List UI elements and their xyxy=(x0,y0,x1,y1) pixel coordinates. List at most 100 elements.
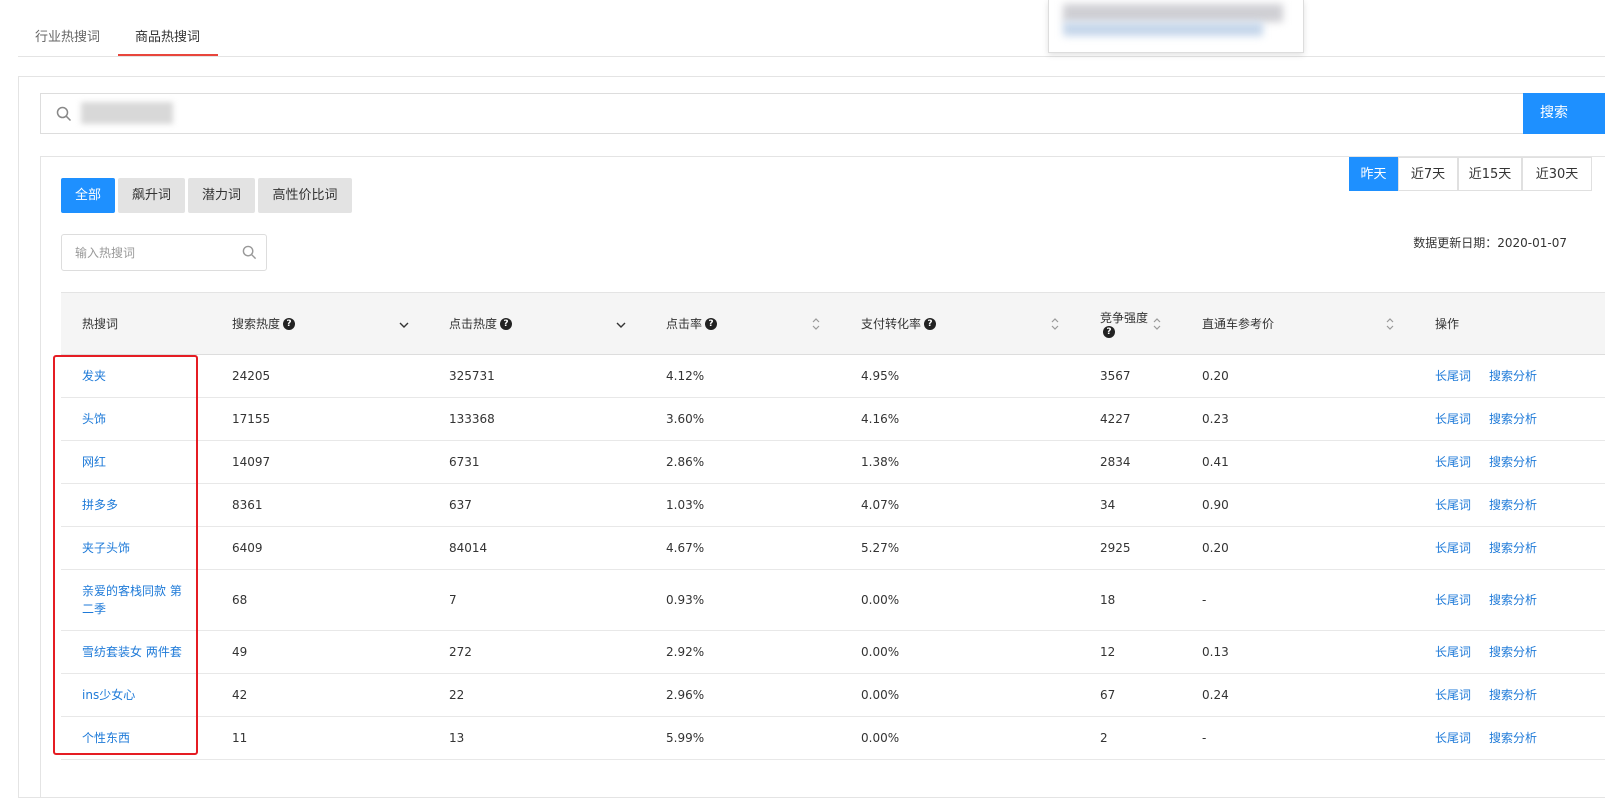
click-heat-value: 133368 xyxy=(449,411,495,426)
header-conversion-rate: 支付转化率? xyxy=(861,293,937,354)
ztc-price-value: - xyxy=(1202,730,1207,745)
keyword-link[interactable]: 网红 xyxy=(82,453,106,471)
competition-value: 3567 xyxy=(1100,368,1131,383)
search-analysis-link[interactable]: 搜索分析 xyxy=(1489,367,1537,384)
header-competition: 竞争强度? xyxy=(1100,310,1149,338)
keyword-link[interactable]: ins少女心 xyxy=(82,686,135,704)
long-tail-link[interactable]: 长尾词 xyxy=(1435,729,1471,746)
table-row: 亲爱的客栈同款 第二季 68 7 0.93% 0.00% 18 - 长尾词 搜索… xyxy=(61,569,1605,631)
sort-icon[interactable] xyxy=(810,315,822,333)
long-tail-link[interactable]: 长尾词 xyxy=(1435,453,1471,470)
blurred-content xyxy=(1063,4,1283,22)
click-heat-value: 13 xyxy=(449,730,465,745)
conversion-value: 0.00% xyxy=(861,644,900,659)
tab-industry-hot-words[interactable]: 行业热搜词 xyxy=(35,26,100,45)
ctr-value: 4.67% xyxy=(666,540,705,555)
table-row: 头饰 17155 133368 3.60% 4.16% 4227 0.23 长尾… xyxy=(61,397,1605,441)
date-tab-yesterday[interactable]: 昨天 xyxy=(1349,157,1398,191)
blurred-popup xyxy=(1048,0,1304,53)
help-icon[interactable]: ? xyxy=(1103,325,1115,338)
header-search-heat: 搜索热度? xyxy=(232,293,296,354)
search-heat-value: 49 xyxy=(232,644,248,659)
search-input[interactable] xyxy=(40,93,1524,134)
table-row: 发夹 24205 325731 4.12% 4.95% 3567 0.20 长尾… xyxy=(61,354,1605,398)
conversion-value: 4.07% xyxy=(861,497,900,512)
sort-icon[interactable] xyxy=(1049,315,1061,333)
search-heat-value: 14097 xyxy=(232,454,271,469)
click-heat-value: 6731 xyxy=(449,454,480,469)
competition-value: 12 xyxy=(1100,644,1116,659)
help-icon[interactable]: ? xyxy=(283,317,296,330)
search-analysis-link[interactable]: 搜索分析 xyxy=(1489,643,1537,660)
filter-potential-button[interactable]: 潜力词 xyxy=(188,178,255,213)
click-heat-value: 7 xyxy=(449,592,457,607)
filter-value-button[interactable]: 高性价比词 xyxy=(258,178,352,213)
search-heat-value: 8361 xyxy=(232,497,263,512)
search-analysis-link[interactable]: 搜索分析 xyxy=(1489,496,1537,513)
long-tail-link[interactable]: 长尾词 xyxy=(1435,496,1471,513)
long-tail-link[interactable]: 长尾词 xyxy=(1435,539,1471,556)
search-heat-value: 24205 xyxy=(232,368,271,383)
search-icon[interactable] xyxy=(242,245,257,260)
active-tab-underline xyxy=(118,54,218,56)
tab-product-hot-words[interactable]: 商品热搜词 xyxy=(135,26,200,45)
keyword-link[interactable]: 拼多多 xyxy=(82,496,118,514)
ztc-price-value: 0.13 xyxy=(1202,644,1229,659)
table-row: 雪纺套装女 两件套 49 272 2.92% 0.00% 12 0.13 长尾词… xyxy=(61,630,1605,674)
search-button[interactable]: 搜索 xyxy=(1523,93,1605,134)
ztc-price-value: 0.20 xyxy=(1202,540,1229,555)
long-tail-link[interactable]: 长尾词 xyxy=(1435,643,1471,660)
keyword-link[interactable]: 雪纺套装女 两件套 xyxy=(82,643,182,661)
table-row: 网红 14097 6731 2.86% 1.38% 2834 0.41 长尾词 … xyxy=(61,440,1605,484)
chevron-down-icon[interactable] xyxy=(398,315,410,333)
header-click-heat: 点击热度? xyxy=(449,293,513,354)
ztc-price-value: 0.41 xyxy=(1202,454,1229,469)
filter-all-button[interactable]: 全部 xyxy=(61,178,115,213)
ctr-value: 2.92% xyxy=(666,644,705,659)
ztc-price-value: 0.20 xyxy=(1202,368,1229,383)
search-heat-value: 11 xyxy=(232,730,248,745)
search-analysis-link[interactable]: 搜索分析 xyxy=(1489,686,1537,703)
ztc-price-value: - xyxy=(1202,592,1207,607)
long-tail-link[interactable]: 长尾词 xyxy=(1435,410,1471,427)
table-row: 个性东西 11 13 5.99% 0.00% 2 - 长尾词 搜索分析 xyxy=(61,716,1605,760)
conversion-value: 0.00% xyxy=(861,687,900,702)
search-heat-value: 42 xyxy=(232,687,248,702)
competition-value: 67 xyxy=(1100,687,1116,702)
help-icon[interactable]: ? xyxy=(705,317,718,330)
competition-value: 2 xyxy=(1100,730,1108,745)
chevron-down-icon[interactable] xyxy=(615,315,627,333)
long-tail-link[interactable]: 长尾词 xyxy=(1435,367,1471,384)
long-tail-link[interactable]: 长尾词 xyxy=(1435,686,1471,703)
date-tab-15-days[interactable]: 近15天 xyxy=(1458,157,1522,191)
search-analysis-link[interactable]: 搜索分析 xyxy=(1489,539,1537,556)
keyword-link[interactable]: 发夹 xyxy=(82,367,106,385)
blurred-search-text xyxy=(81,102,173,124)
conversion-value: 0.00% xyxy=(861,592,900,607)
table-row: ins少女心 42 22 2.96% 0.00% 67 0.24 长尾词 搜索分… xyxy=(61,673,1605,717)
keyword-link[interactable]: 亲爱的客栈同款 第二季 xyxy=(82,582,192,618)
date-tab-30-days[interactable]: 近30天 xyxy=(1522,157,1592,191)
click-heat-value: 637 xyxy=(449,497,472,512)
filter-rising-button[interactable]: 飙升词 xyxy=(118,178,185,213)
sort-icon[interactable] xyxy=(1151,315,1163,333)
ctr-value: 5.99% xyxy=(666,730,705,745)
sort-icon[interactable] xyxy=(1384,315,1396,333)
search-analysis-link[interactable]: 搜索分析 xyxy=(1489,729,1537,746)
help-icon[interactable]: ? xyxy=(924,317,937,330)
date-tab-7-days[interactable]: 近7天 xyxy=(1398,157,1458,191)
keyword-link[interactable]: 头饰 xyxy=(82,410,106,428)
long-tail-link[interactable]: 长尾词 xyxy=(1435,591,1471,608)
table-header: 热搜词 搜索热度? 点击热度? 点击率? 支付转化率? 竞争强度? 直通车参考价… xyxy=(61,292,1605,355)
search-analysis-link[interactable]: 搜索分析 xyxy=(1489,591,1537,608)
help-icon[interactable]: ? xyxy=(500,317,513,330)
ztc-price-value: 0.23 xyxy=(1202,411,1229,426)
keyword-link[interactable]: 夹子头饰 xyxy=(82,539,130,557)
search-analysis-link[interactable]: 搜索分析 xyxy=(1489,453,1537,470)
hot-word-search-input[interactable] xyxy=(61,234,267,271)
keyword-link[interactable]: 个性东西 xyxy=(82,729,130,747)
search-analysis-link[interactable]: 搜索分析 xyxy=(1489,410,1537,427)
search-heat-value: 17155 xyxy=(232,411,271,426)
top-tab-bar: 行业热搜词 商品热搜词 xyxy=(18,0,1605,57)
click-heat-value: 272 xyxy=(449,644,472,659)
